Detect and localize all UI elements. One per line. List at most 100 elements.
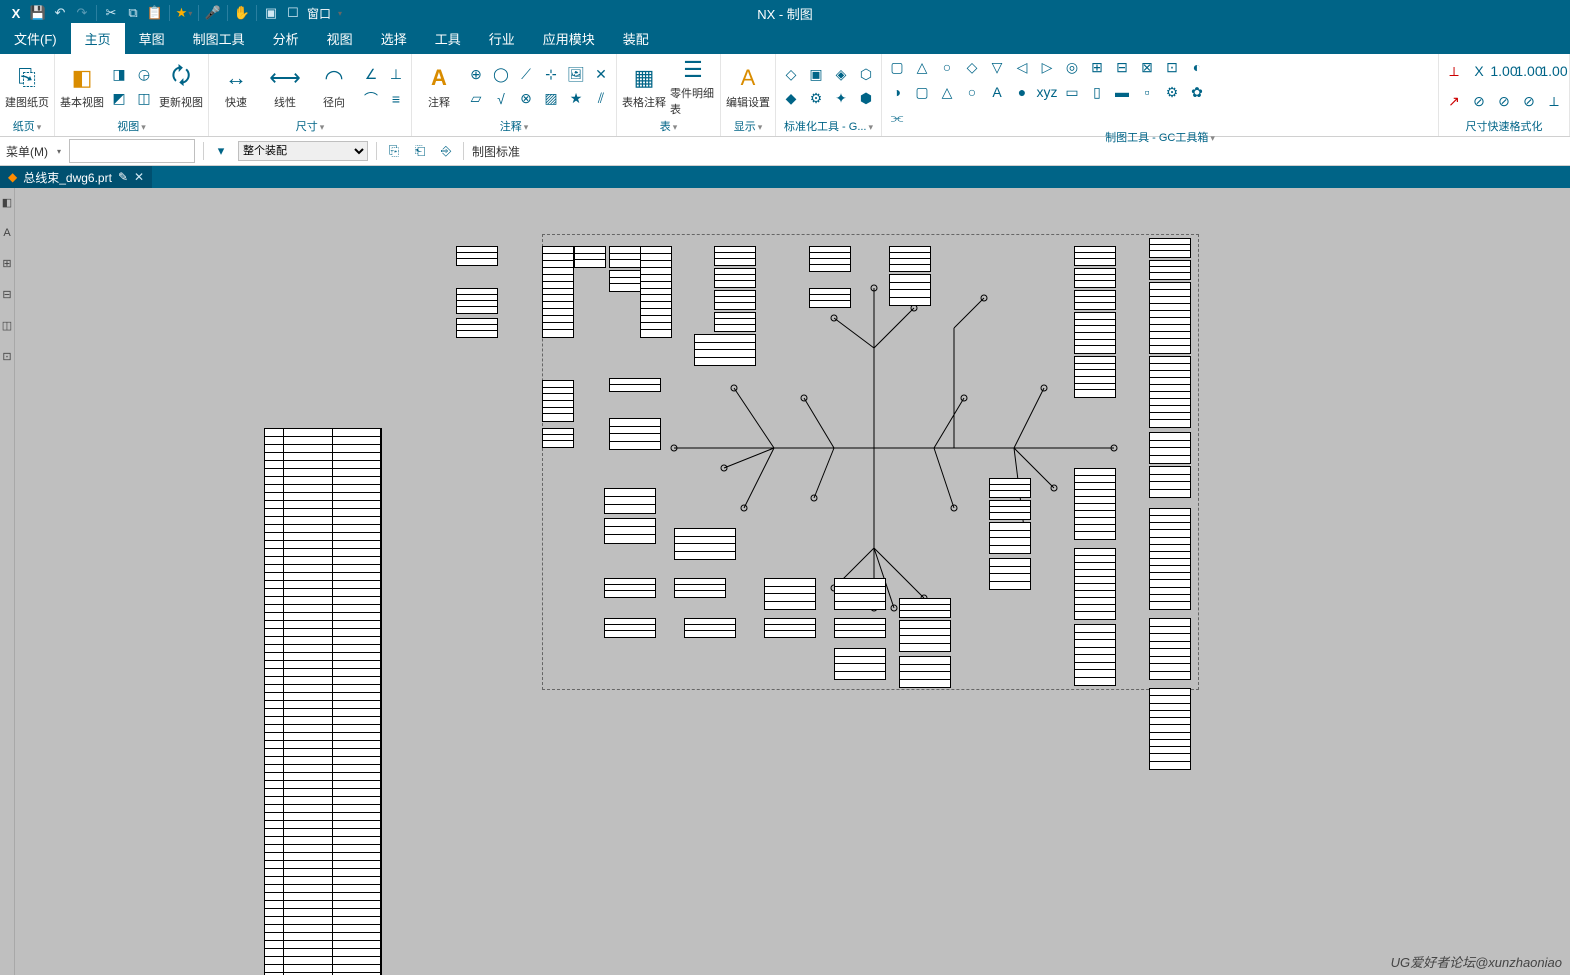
tab-tools[interactable]: 工具 [421, 23, 475, 54]
gc-icon[interactable]: ◁ [1011, 56, 1033, 78]
std-icon-5[interactable]: ◈ [830, 64, 852, 86]
fmt-icon[interactable]: 1.00 [1493, 60, 1515, 82]
save-icon[interactable]: 💾 [30, 5, 46, 21]
new-sheet-button[interactable]: ⎘ 建图纸页 [4, 58, 50, 116]
menu-dropdown-label[interactable]: 菜单(M) [6, 143, 48, 160]
parts-list-button[interactable]: ☰ 零件明细表 [670, 58, 716, 116]
resource-tab-icon[interactable]: ◧ [2, 196, 12, 209]
gc-icon[interactable]: ◇ [961, 56, 983, 78]
tab-app-module[interactable]: 应用模块 [529, 23, 609, 54]
snap-icon-1[interactable]: ⎘ [385, 142, 403, 160]
fmt-icon[interactable]: 1.00 [1543, 60, 1565, 82]
gc-icon[interactable]: ▯ [1086, 81, 1108, 103]
resource-tab-icon[interactable]: ◫ [2, 319, 12, 332]
fmt-icon[interactable]: ⊘ [1468, 91, 1490, 113]
balloon-icon[interactable]: ◯ [490, 64, 512, 86]
selection-filter-input[interactable] [69, 139, 195, 163]
window-icon[interactable]: ☐ [285, 5, 301, 21]
gc-icon[interactable]: ✿ [1186, 81, 1208, 103]
resource-tab-icon[interactable]: ⊡ [2, 350, 11, 363]
paste-icon[interactable]: 📋 [147, 5, 163, 21]
update-views-button[interactable]: 🗘 更新视图 [158, 58, 204, 116]
gc-icon[interactable]: ▭ [1061, 81, 1083, 103]
gc-icon[interactable]: ⊞ [1086, 56, 1108, 78]
datum-icon[interactable]: ▱ [465, 88, 487, 110]
section-view-icon[interactable]: ◩ [108, 88, 130, 110]
favorite-icon[interactable]: ★▾ [176, 5, 192, 21]
offset-icon[interactable]: ⫽ [590, 88, 612, 110]
resource-tab-icon[interactable]: A [3, 227, 10, 239]
image-icon[interactable]: 🖼 [565, 64, 587, 86]
std-icon-6[interactable]: ✦ [830, 88, 852, 110]
base-view-button[interactable]: ◧ 基本视图 [59, 58, 105, 116]
gc-icon[interactable]: ○ [961, 81, 983, 103]
gc-icon[interactable]: ▫ [1136, 81, 1158, 103]
gc-icon[interactable]: ▽ [986, 56, 1008, 78]
resource-tab-icon[interactable]: ⊟ [2, 288, 11, 301]
std-icon-8[interactable]: ⬢ [855, 88, 877, 110]
note-button[interactable]: A 注释 [416, 58, 462, 116]
gc-icon[interactable]: ◐ [1186, 56, 1208, 78]
fmt-icon[interactable]: 1.00 [1518, 60, 1540, 82]
rapid-dim-button[interactable]: ↔ 快速 [213, 58, 259, 116]
gc-icon[interactable]: ⊠ [1136, 56, 1158, 78]
gc-icon[interactable]: ⫘ [886, 106, 908, 128]
drawing-canvas[interactable]: UG爱好者论坛@xunzhaoniao [14, 188, 1570, 975]
redo-icon[interactable]: ↷ [74, 5, 90, 21]
tab-view[interactable]: 视图 [313, 23, 367, 54]
intersection-icon[interactable]: ✕ [590, 64, 612, 86]
std-icon-4[interactable]: ⚙ [805, 88, 827, 110]
edit-settings-button[interactable]: A 编辑设置 [725, 58, 771, 116]
snap-icon-3[interactable]: ⎆ [437, 142, 455, 160]
break-view-icon[interactable]: ◫ [133, 88, 155, 110]
undo-icon[interactable]: ↶ [52, 5, 68, 21]
fmt-icon[interactable]: ⟂ [1543, 91, 1565, 113]
std-icon-3[interactable]: ▣ [805, 64, 827, 86]
fmt-icon[interactable]: ⊘ [1518, 91, 1540, 113]
filter-icon[interactable]: ▾ [212, 142, 230, 160]
std-icon-2[interactable]: ◆ [780, 88, 802, 110]
cut-icon[interactable]: ✂ [103, 5, 119, 21]
gc-icon[interactable]: ⊟ [1111, 56, 1133, 78]
chamfer-dim-icon[interactable]: ⌒ [360, 88, 382, 110]
layout-icon[interactable]: ▣ [263, 5, 279, 21]
gc-icon[interactable]: ⊡ [1161, 56, 1183, 78]
hatch-icon[interactable]: ▨ [540, 88, 562, 110]
symbol-icon[interactable]: ★ [565, 88, 587, 110]
ordinate-dim-icon[interactable]: ⊥ [385, 64, 407, 86]
centerline-icon[interactable]: ⊹ [540, 64, 562, 86]
gdt-icon[interactable]: ⊕ [465, 64, 487, 86]
std-icon-1[interactable]: ◇ [780, 64, 802, 86]
assembly-filter-select[interactable]: 整个装配 [238, 141, 368, 161]
tab-industry[interactable]: 行业 [475, 23, 529, 54]
std-icon-7[interactable]: ⬡ [855, 64, 877, 86]
graphics-workspace[interactable]: ◧ A ⊞ ⊟ ◫ ⊡ UG爱好者论坛@xunzh [0, 188, 1570, 975]
tab-drafting-tools[interactable]: 制图工具 [179, 23, 259, 54]
gc-icon[interactable]: ◑ [886, 81, 908, 103]
file-tab[interactable]: ◆ 总线束_dwg6.prt ✎ ✕ [0, 166, 152, 188]
target-icon[interactable]: ⊗ [515, 88, 537, 110]
tab-file[interactable]: 文件(F) [0, 23, 71, 54]
weld-icon[interactable]: ⟋ [515, 64, 537, 86]
gc-icon[interactable]: ▷ [1036, 56, 1058, 78]
gc-icon[interactable]: △ [911, 56, 933, 78]
fmt-icon[interactable]: ↗ [1443, 91, 1465, 113]
close-tab-icon[interactable]: ✕ [134, 170, 144, 184]
tab-analysis[interactable]: 分析 [259, 23, 313, 54]
gc-icon[interactable]: xyz [1036, 81, 1058, 103]
gc-icon[interactable]: △ [936, 81, 958, 103]
tab-select[interactable]: 选择 [367, 23, 421, 54]
radial-dim-button[interactable]: ◠ 径向 [311, 58, 357, 116]
surface-finish-icon[interactable]: √ [490, 88, 512, 110]
window-menu-label[interactable]: 窗口 [307, 5, 331, 22]
copy-icon[interactable]: ⧉ [125, 5, 141, 21]
projected-view-icon[interactable]: ◨ [108, 64, 130, 86]
snap-icon-2[interactable]: ⎗ [411, 142, 429, 160]
tab-assembly[interactable]: 装配 [609, 23, 663, 54]
tab-sketch[interactable]: 草图 [125, 23, 179, 54]
gc-icon[interactable]: ⚙ [1161, 81, 1183, 103]
touch-icon[interactable]: ✋ [234, 5, 250, 21]
gc-icon[interactable]: ▢ [886, 56, 908, 78]
tab-home[interactable]: 主页 [71, 23, 125, 54]
linear-dim-button[interactable]: ⟷ 线性 [262, 58, 308, 116]
